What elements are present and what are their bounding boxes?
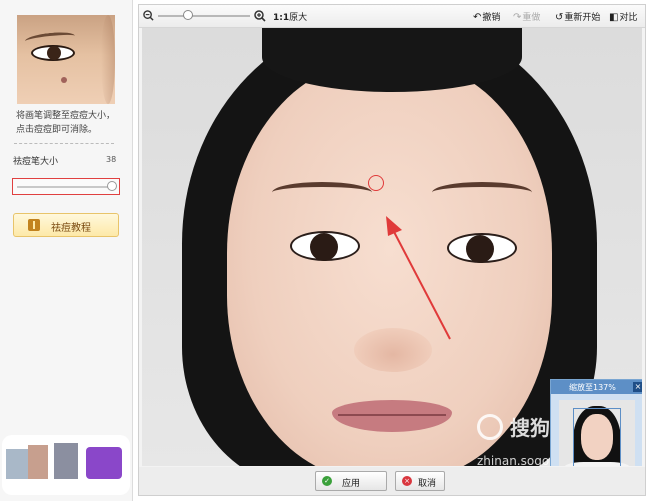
compare-icon: ◧	[609, 12, 619, 23]
navigator-panel: 缩放至137% ×	[550, 379, 642, 466]
navigator-thumbnail[interactable]	[559, 400, 635, 466]
brush-size-label: 祛痘笔大小	[13, 157, 59, 167]
undo-label: 撤销	[482, 13, 501, 23]
left-panel: 将画笔调整至痘痘大小， 点击痘痘即可消除。 祛痘笔大小 38 祛痘教程	[0, 0, 133, 501]
original-size-label: 原大	[289, 13, 308, 23]
tutorial-button[interactable]: 祛痘教程	[13, 213, 119, 237]
photo-mouth-line	[338, 414, 446, 416]
apply-button[interactable]: ✓ 应用	[315, 471, 387, 491]
hint-line-1: 将画笔调整至痘痘大小，	[16, 111, 116, 121]
undo-icon: ↶	[473, 12, 482, 23]
brush-size-slider[interactable]	[12, 178, 120, 195]
editor-workspace: 1:1原大 ↶撤销 ↷重做 ↺重新开始 ◧对比 搜	[138, 4, 646, 496]
tool-hint: 将画笔调整至痘痘大小， 点击痘痘即可消除。	[16, 109, 128, 137]
hint-line-2: 点击痘痘即可消除。	[16, 125, 98, 135]
zoom-slider[interactable]	[158, 15, 250, 17]
photo-canvas[interactable]: 搜狗指南 zhinan.sogou.com 缩放至137% ×	[142, 28, 642, 466]
restart-icon: ↺	[555, 12, 564, 23]
brush-size-track[interactable]	[17, 186, 113, 188]
annotation-arrow	[386, 216, 451, 340]
redo-button[interactable]: ↷重做	[513, 10, 540, 23]
compare-label: 对比	[619, 13, 638, 23]
navigator-viewport-frame[interactable]	[573, 408, 621, 466]
apply-label: 应用	[342, 479, 361, 489]
photo-right-pupil	[466, 235, 494, 263]
zoom-out-icon[interactable]	[143, 10, 154, 21]
check-icon: ✓	[322, 476, 332, 486]
redo-icon: ↷	[513, 12, 522, 23]
compare-button[interactable]: ◧对比	[609, 10, 637, 23]
cancel-label: 取消	[418, 479, 437, 489]
close-icon[interactable]: ×	[633, 382, 642, 392]
cancel-icon: ×	[402, 476, 412, 486]
thumbnail-3[interactable]	[54, 443, 78, 479]
brush-size-value: 38	[106, 155, 117, 164]
restart-label: 重新开始	[564, 13, 601, 23]
photo-left-pupil	[310, 233, 338, 261]
toolbar: 1:1原大 ↶撤销 ↷重做 ↺重新开始 ◧对比	[139, 5, 645, 28]
photo-right-brow	[432, 182, 532, 203]
undo-button[interactable]: ↶撤销	[473, 10, 500, 23]
brush-size-handle[interactable]	[107, 181, 117, 191]
thumbnail-4[interactable]	[86, 447, 122, 479]
original-size-prefix: 1:1	[273, 13, 290, 23]
cancel-button[interactable]: × 取消	[395, 471, 445, 491]
divider	[14, 143, 114, 144]
restart-button[interactable]: ↺重新开始	[555, 10, 600, 23]
photo-left-brow	[272, 182, 372, 203]
tool-preview-image	[17, 15, 115, 104]
sogou-logo-icon	[477, 414, 503, 440]
action-bar: ✓ 应用 × 取消	[139, 467, 645, 495]
thumbnail-2[interactable]	[28, 445, 48, 479]
navigator-title-bar: 缩放至137% ×	[551, 380, 642, 394]
brush-cursor-circle	[368, 175, 384, 191]
thumbnail-strip[interactable]	[2, 435, 130, 495]
zoom-in-icon[interactable]	[254, 10, 266, 22]
navigator-title: 缩放至137%	[569, 383, 616, 392]
zoom-slider-handle[interactable]	[182, 10, 193, 20]
original-size-button[interactable]: 1:1原大	[273, 10, 307, 23]
thumbnail-1[interactable]	[6, 449, 28, 479]
tutorial-button-label: 祛痘教程	[51, 223, 91, 234]
redo-label: 重做	[522, 13, 541, 23]
book-icon	[28, 219, 40, 231]
